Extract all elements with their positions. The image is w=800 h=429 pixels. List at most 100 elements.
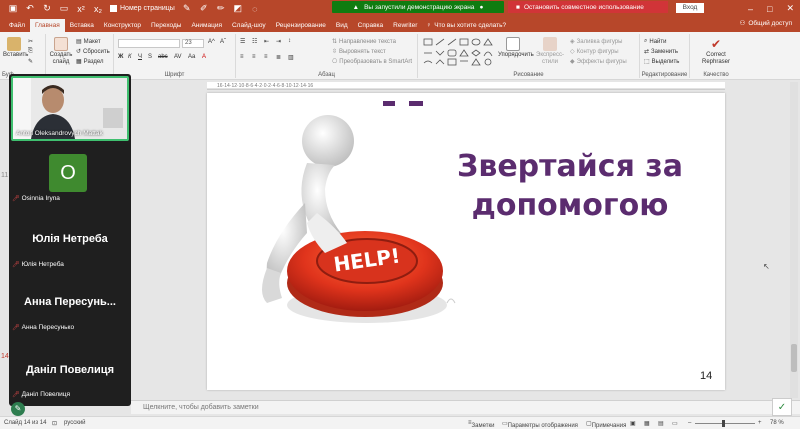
self-video-tile[interactable]: Anton Oleksandrovych Mattak <box>11 76 129 141</box>
correct-rephraser-button[interactable]: ✔ Correct Rephraser <box>692 37 740 66</box>
comments-button[interactable]: ▢ Примечания <box>586 420 626 429</box>
arrange-button[interactable]: Упорядочить <box>498 37 534 59</box>
notes-toggle[interactable]: ≡ Заметки <box>468 420 494 429</box>
reading-view-icon[interactable]: ▤ <box>658 420 664 427</box>
eraser-icon[interactable]: ◩ <box>233 3 243 14</box>
thumb-number[interactable]: 11 <box>1 172 8 179</box>
shape-outline-button[interactable]: ◇ Контур фигуры <box>570 48 619 56</box>
zoom-in-icon[interactable]: + <box>758 420 762 426</box>
annotate-pencil-button[interactable]: ✎ <box>11 402 25 416</box>
tab-help[interactable]: Справка <box>353 19 389 32</box>
zoom-out-icon[interactable]: – <box>688 420 691 426</box>
zoom-slider-knob[interactable] <box>722 420 725 427</box>
tab-insert[interactable]: Вставка <box>65 19 99 32</box>
thumb-number[interactable]: 14 <box>1 353 9 360</box>
indent-decrease-icon[interactable]: ⇤ <box>264 38 269 45</box>
undo-icon[interactable]: ↶ <box>25 3 35 14</box>
strikethrough-icon[interactable]: abc <box>158 54 168 60</box>
slide-canvas[interactable]: HELP! <box>207 93 725 390</box>
tell-me-box[interactable]: ♀ Что вы хотите сделать? <box>426 19 506 32</box>
paste-button[interactable]: Вставить <box>3 37 28 59</box>
pin-icon[interactable]: ● <box>479 4 483 11</box>
section-button[interactable]: ▦ Раздел <box>76 58 104 66</box>
copy-icon[interactable]: ⎘ <box>28 48 33 55</box>
tab-home[interactable]: Главная <box>29 19 65 32</box>
share-button[interactable]: ⚇ Общий доступ <box>740 19 793 28</box>
tab-rewriter[interactable]: Rewriter <box>388 19 422 32</box>
save-icon[interactable]: ▣ <box>8 3 18 14</box>
editing-group: ⌕ Найти ⇄ Заменить ⬚ Выделить Редактиров… <box>640 34 690 78</box>
quick-styles-button[interactable]: Экспресс-стили <box>532 37 568 66</box>
shadow-icon[interactable]: S <box>148 54 152 60</box>
numbering-icon[interactable]: ☷ <box>252 38 257 45</box>
zoom-level[interactable]: 78 % <box>770 420 784 426</box>
justify-icon[interactable]: ≣ <box>276 54 281 61</box>
stop-sharing-button[interactable]: ■ Остановить совместное использование <box>508 1 668 13</box>
smartart-button[interactable]: ⎔ Преобразовать в SmartArt <box>332 58 412 66</box>
notes-pane[interactable]: Щелкните, чтобы добавить заметки <box>131 400 800 414</box>
normal-view-icon[interactable]: ▣ <box>630 420 636 427</box>
subscript-icon[interactable]: x₂ <box>93 4 103 14</box>
start-slideshow-icon[interactable]: ▭ <box>59 3 69 14</box>
accessibility-icon[interactable]: ⊡ <box>52 420 57 427</box>
shape-effects-button[interactable]: ◆ Эффекты фигуры <box>570 58 627 66</box>
italic-icon[interactable]: К <box>128 54 132 60</box>
bullets-icon[interactable]: ☰ <box>240 38 245 45</box>
page-numbers-checkbox[interactable]: Номер страницы <box>110 5 175 12</box>
align-left-icon[interactable]: ≡ <box>240 54 244 60</box>
tab-view[interactable]: Вид <box>331 19 353 32</box>
underline-icon[interactable]: Ч <box>138 54 142 60</box>
redo-icon[interactable]: ↻ <box>42 3 52 14</box>
font-color-icon[interactable]: A <box>202 54 206 60</box>
font-name-field[interactable] <box>118 39 180 48</box>
tab-design[interactable]: Конструктор <box>99 19 146 32</box>
highlighter-icon[interactable]: ✐ <box>199 3 209 14</box>
tab-transitions[interactable]: Переходы <box>146 19 187 32</box>
shapes-gallery[interactable] <box>422 37 496 67</box>
find-button[interactable]: ⌕ Найти <box>644 38 667 45</box>
text-direction-button[interactable]: ⇅ Направление текста <box>332 38 396 46</box>
indent-increase-icon[interactable]: ⇥ <box>276 38 281 45</box>
tab-animations[interactable]: Анимация <box>186 19 227 32</box>
slide-title[interactable]: Звертайся за допомогою <box>450 147 690 225</box>
maximize-icon[interactable]: □ <box>767 4 772 14</box>
ribbon: Вставить ✂ ⎘ ✎ Буф Создать слайд ▤ Макет… <box>0 32 800 80</box>
align-text-button[interactable]: ⇳ Выровнять текст <box>332 48 386 56</box>
pencil-icon[interactable]: ✏ <box>216 3 226 14</box>
font-size-field[interactable]: 23 <box>182 39 204 48</box>
shape-fill-button[interactable]: ◈ Заливка фигуры <box>570 38 622 46</box>
tab-file[interactable]: Файл <box>4 19 30 32</box>
checkmark-button[interactable]: ✓ <box>772 398 792 416</box>
spacing-icon[interactable]: AV <box>174 54 182 60</box>
login-button[interactable]: Вход <box>676 3 704 13</box>
close-icon[interactable]: ✕ <box>786 3 794 14</box>
align-right-icon[interactable]: ≡ <box>264 54 268 60</box>
display-settings-button[interactable]: ▭ Параметры отображения <box>502 420 578 429</box>
vertical-scrollbar[interactable] <box>790 82 798 398</box>
scrollbar-thumb[interactable] <box>791 344 797 372</box>
reset-button[interactable]: ↺ Сбросить <box>76 48 110 56</box>
new-slide-button[interactable]: Создать слайд <box>48 37 74 66</box>
sorter-view-icon[interactable]: ▦ <box>644 420 650 427</box>
tab-slideshow[interactable]: Слайд-шоу <box>227 19 271 32</box>
superscript-icon[interactable]: x² <box>76 4 86 14</box>
slideshow-view-icon[interactable]: ▭ <box>672 420 678 427</box>
pen-icon[interactable]: ✎ <box>182 3 192 14</box>
language-indicator[interactable]: русский <box>64 420 86 426</box>
zoom-slider[interactable] <box>695 423 755 424</box>
layout-button[interactable]: ▤ Макет <box>76 38 101 46</box>
bold-icon[interactable]: Ж <box>118 54 123 60</box>
replace-button[interactable]: ⇄ Заменить <box>644 48 678 56</box>
format-painter-icon[interactable]: ✎ <box>28 58 33 65</box>
line-spacing-icon[interactable]: ↕ <box>288 38 291 44</box>
change-case-icon[interactable]: Aa <box>188 54 195 60</box>
lasso-icon[interactable]: ◌ <box>250 4 260 14</box>
font-shrink-icon[interactable]: Aˇ <box>220 39 226 45</box>
font-grow-icon[interactable]: A^ <box>208 39 215 45</box>
columns-icon[interactable]: ▥ <box>288 54 294 61</box>
align-center-icon[interactable]: ≡ <box>252 54 256 60</box>
select-button[interactable]: ⬚ Выделить <box>644 58 679 66</box>
minimize-icon[interactable]: – <box>748 4 753 14</box>
tab-review[interactable]: Рецензирование <box>271 19 331 32</box>
cut-icon[interactable]: ✂ <box>28 38 33 45</box>
